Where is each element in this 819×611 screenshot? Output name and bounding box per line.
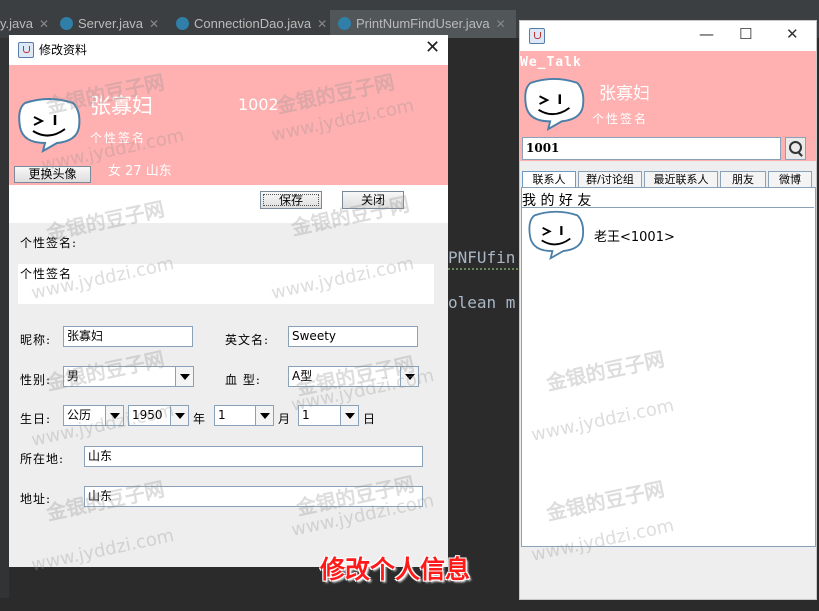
java-class-icon	[338, 17, 351, 31]
month-select[interactable]: 1	[214, 405, 274, 426]
avatar	[528, 210, 585, 260]
change-avatar-button[interactable]: 更换头像	[14, 166, 91, 183]
avatar[interactable]	[523, 77, 585, 131]
calendar-type-value: 公历	[67, 408, 92, 422]
chevron-down-icon[interactable]	[170, 406, 188, 425]
code-underline	[448, 265, 518, 270]
java-class-icon	[60, 17, 73, 31]
tab-contacts[interactable]: 联系人	[522, 171, 576, 187]
tab-friends[interactable]: 朋友	[720, 171, 766, 187]
year-select[interactable]: 1950	[128, 405, 189, 426]
ide-tab-label: ConnectionDao.java	[194, 16, 312, 31]
english-name-label: 英文名:	[225, 333, 270, 347]
list-item[interactable]: 老王<1001>	[522, 209, 722, 261]
app-title: We_Talk	[520, 55, 582, 70]
window-title-bar	[520, 21, 816, 51]
ide-tab-label: Server.java	[78, 16, 144, 31]
ide-gutter	[0, 38, 9, 598]
avatar[interactable]	[17, 97, 81, 153]
gender-value: 男	[67, 369, 80, 383]
signature-text: 个性签名	[20, 267, 73, 281]
tab-groups[interactable]: 群/讨论组	[578, 171, 642, 187]
close-icon[interactable]: ✕	[496, 17, 506, 31]
save-button[interactable]: 保存	[260, 191, 322, 209]
ide-tab-label: y.java	[0, 16, 33, 31]
minimize-icon[interactable]: —	[699, 25, 714, 43]
tab-weibo[interactable]: 微博	[768, 171, 812, 187]
divider	[522, 207, 814, 208]
day-select[interactable]: 1	[298, 405, 359, 426]
user-signature: 个性签名	[592, 112, 649, 126]
profile-basic-info: 女 27 山东	[108, 164, 172, 179]
profile-user-id: 1002	[238, 95, 279, 114]
close-icon[interactable]: ✕	[786, 25, 799, 43]
we-talk-window: — ☐ ✕ We_Talk 张寡妇 个性签名 1001 联系人 群/讨论组 最近…	[519, 20, 817, 600]
profile-name: 张寡妇	[90, 94, 153, 118]
signature-label: 个性签名:	[20, 236, 78, 250]
profile-edit-dialog: 修改资料 ✕ 张寡妇 1002 个性签名 女 27 山东 更换头像 保存 关闭 …	[9, 35, 448, 567]
close-icon[interactable]: ✕	[149, 17, 159, 31]
close-icon[interactable]: ✕	[39, 17, 49, 31]
chevron-down-icon[interactable]	[255, 406, 273, 425]
birthday-label: 生日:	[20, 412, 52, 426]
location-label: 所在地:	[20, 452, 65, 466]
java-app-icon	[18, 42, 34, 58]
code-snippet-2: olean m	[448, 293, 516, 312]
ide-tab-y-java[interactable]: y.java ✕	[0, 10, 49, 38]
gender-label: 性别:	[20, 373, 52, 387]
english-name-field[interactable]: Sweety	[288, 326, 418, 347]
location-field[interactable]: 山东	[84, 446, 423, 467]
dialog-title: 修改资料	[39, 43, 88, 57]
chevron-down-icon[interactable]	[400, 367, 418, 386]
caption-text: 修改个人信息	[320, 555, 471, 584]
close-icon[interactable]: ✕	[425, 37, 440, 58]
ide-tab-label: PrintNumFindUser.java	[356, 16, 490, 31]
day-unit: 日	[363, 412, 377, 426]
tab-recent[interactable]: 最近联系人	[644, 171, 718, 187]
chevron-down-icon[interactable]	[340, 406, 358, 425]
search-input[interactable]: 1001	[522, 137, 781, 160]
friend-label: 老王<1001>	[594, 230, 675, 245]
search-icon[interactable]	[785, 137, 806, 160]
maximize-icon[interactable]: ☐	[739, 25, 752, 43]
nickname-field[interactable]: 张寡妇	[63, 326, 193, 347]
calendar-type-select[interactable]: 公历	[63, 405, 124, 426]
ide-tab-connectiondao-java[interactable]: ConnectionDao.java ✕	[170, 10, 328, 38]
year-value: 1950	[132, 408, 163, 422]
year-unit: 年	[193, 412, 207, 426]
signature-textarea[interactable]	[18, 264, 434, 304]
close-button[interactable]: 关闭	[342, 191, 404, 209]
java-class-icon	[176, 17, 189, 31]
user-name: 张寡妇	[599, 84, 650, 104]
close-icon[interactable]: ✕	[317, 17, 327, 31]
blood-type-label: 血 型:	[225, 373, 261, 387]
gender-select[interactable]: 男	[63, 366, 194, 387]
blood-type-value: A型	[292, 369, 313, 383]
address-field[interactable]: 山东	[84, 486, 423, 507]
month-unit: 月	[278, 412, 292, 426]
profile-signature: 个性签名	[90, 131, 147, 145]
month-value: 1	[218, 408, 226, 422]
java-app-icon	[529, 28, 545, 44]
blood-type-select[interactable]: A型	[288, 366, 419, 387]
ide-tab-server-java[interactable]: Server.java ✕	[54, 10, 170, 38]
ide-tab-printnumfinduser-java[interactable]: PrintNumFindUser.java ✕	[330, 10, 516, 38]
nickname-label: 昵称:	[20, 333, 52, 347]
chevron-down-icon[interactable]	[105, 406, 123, 425]
day-value: 1	[302, 408, 310, 422]
chevron-down-icon[interactable]	[175, 367, 193, 386]
address-label: 地址:	[20, 492, 52, 506]
